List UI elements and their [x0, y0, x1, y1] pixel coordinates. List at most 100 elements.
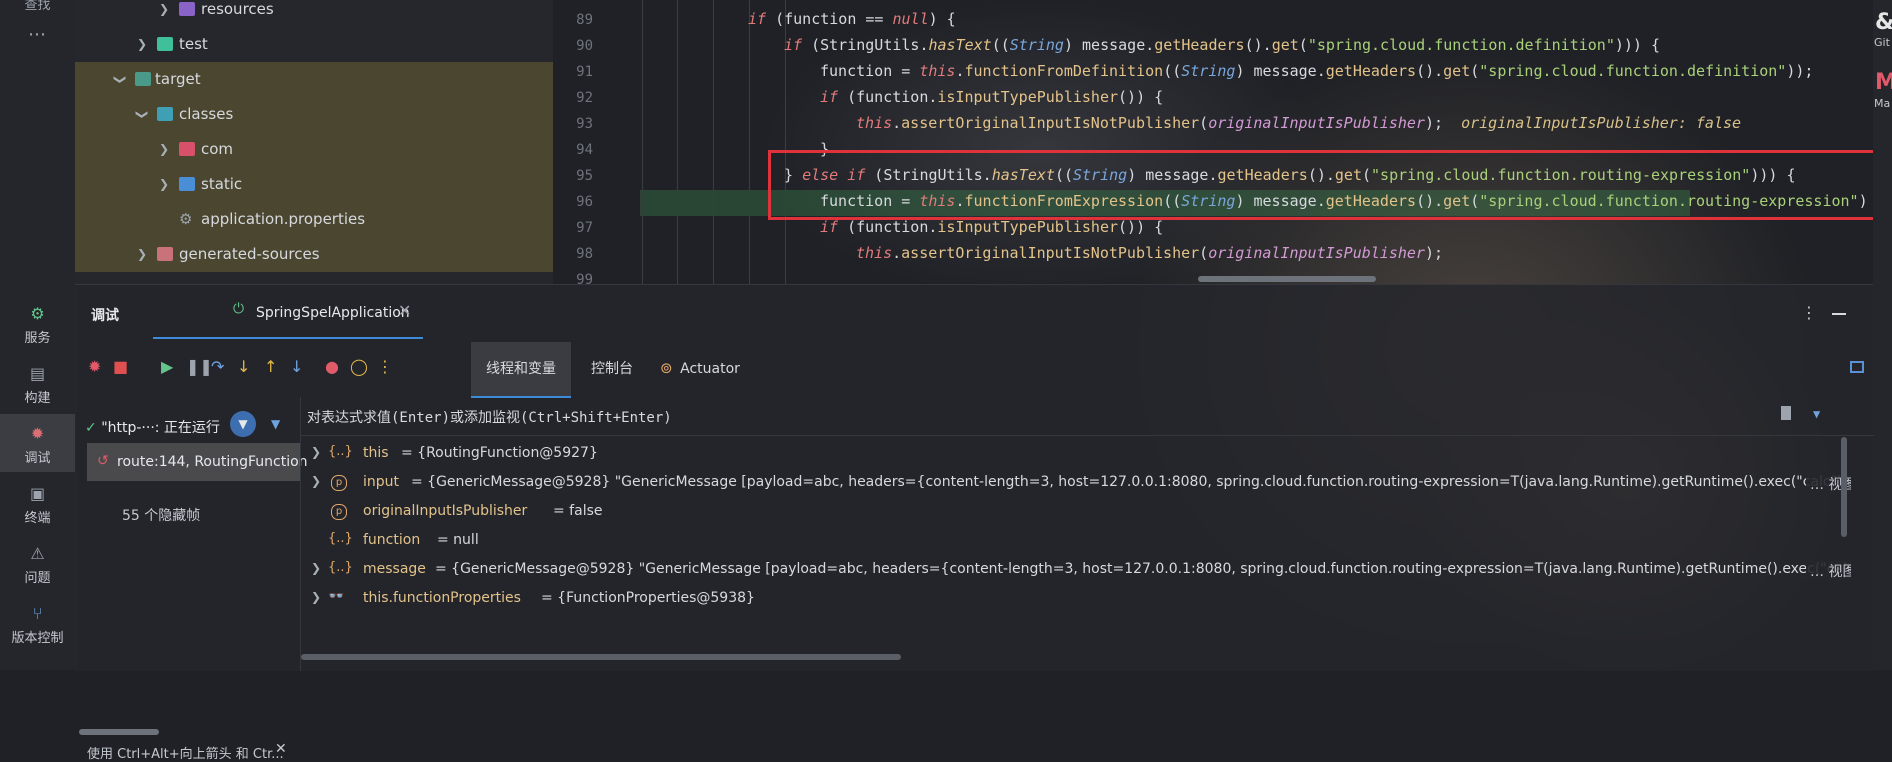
- chevron-right-icon[interactable]: ❯: [311, 474, 321, 488]
- view-link[interactable]: … 视图: [1806, 561, 1851, 581]
- variables-vertical-scrollbar[interactable]: [1841, 437, 1847, 537]
- tree-node-static[interactable]: ❯ static: [75, 167, 553, 202]
- maven-label[interactable]: Ma: [1874, 97, 1890, 110]
- code-line-92: if (function.isInputTypePublisher()) {: [820, 88, 1164, 106]
- activity-label: 服务: [24, 331, 51, 346]
- chevron-down-icon[interactable]: ❯: [103, 74, 138, 84]
- chevron-down-icon[interactable]: ▼: [271, 417, 280, 431]
- more-tools-icon[interactable]: ⋯: [0, 24, 75, 45]
- step-out-icon[interactable]: ↑: [264, 357, 277, 376]
- bookmark-icon[interactable]: [1781, 406, 1791, 420]
- folder-icon: [135, 72, 151, 86]
- line-number: 95: [576, 168, 593, 184]
- code-line-97: if (function.isInputTypePublisher()) {: [820, 218, 1164, 236]
- chevron-right-icon[interactable]: ❯: [159, 132, 169, 167]
- more-toolbar-icon[interactable]: ⋮: [377, 357, 393, 376]
- tree-node-resources[interactable]: ❯ resources: [75, 0, 553, 27]
- variables-horizontal-scrollbar[interactable]: [301, 654, 901, 660]
- activity-problems[interactable]: ⚠ 问题: [0, 544, 75, 586]
- code-line-89: if (function == null) {: [748, 10, 956, 28]
- highlight-annotation-box: [768, 150, 1882, 220]
- activity-top-partial[interactable]: 查找: [0, 0, 75, 13]
- stack-frame-selected[interactable]: ↺ route:144, RoutingFunction: [87, 443, 308, 481]
- actuator-icon: ⊚: [660, 359, 673, 377]
- tree-node-label: test: [179, 35, 208, 53]
- close-icon[interactable]: ✕: [275, 741, 287, 757]
- tree-node-com[interactable]: ❯ com: [75, 132, 553, 167]
- line-number: 94: [576, 142, 593, 158]
- force-step-into-icon[interactable]: ↓: [290, 357, 303, 376]
- editor-horizontal-scrollbar[interactable]: [1198, 276, 1376, 282]
- folder-icon: [157, 37, 173, 51]
- tree-node-label: resources: [201, 0, 274, 18]
- git-icon[interactable]: &: [1875, 10, 1892, 35]
- chevron-right-icon[interactable]: ❯: [159, 167, 169, 202]
- gear-icon: ⚙: [30, 304, 45, 323]
- line-number: 92: [576, 90, 593, 106]
- activity-services[interactable]: ⚙ 服务: [0, 304, 75, 346]
- variable-row[interactable]: ❯ p input = {GenericMessage@5928} "Gener…: [301, 468, 1851, 497]
- activity-debug[interactable]: ✹ 调试: [0, 414, 75, 472]
- chevron-right-icon[interactable]: ❯: [311, 561, 321, 575]
- step-into-icon[interactable]: ↓: [237, 357, 250, 376]
- activity-build[interactable]: ▤ 构建: [0, 364, 75, 406]
- chevron-down-icon[interactable]: ❯: [125, 109, 160, 119]
- resume-icon[interactable]: ▶: [161, 357, 173, 376]
- activity-bar: 查找 ⋯ ⚙ 服务 ▤ 构建 ✹ 调试 ▣ 终端 ⚠ 问题 ⑂ 版本控制: [0, 0, 76, 670]
- maven-icon[interactable]: M: [1875, 70, 1892, 95]
- tree-node-target[interactable]: ❯ target: [75, 62, 553, 97]
- chevron-down-icon[interactable]: ▼: [1813, 407, 1820, 421]
- layout-icon[interactable]: [1850, 361, 1864, 373]
- activity-label: 构建: [24, 391, 51, 406]
- variable-name: this.functionProperties: [363, 590, 521, 606]
- variables-pane: 对表达式求值(Enter)或添加监视(Ctrl+Shift+Enter) ▼ ❯…: [300, 397, 1874, 671]
- close-icon[interactable]: ✕: [398, 301, 411, 320]
- git-label[interactable]: Git: [1874, 36, 1890, 49]
- chevron-right-icon[interactable]: ❯: [137, 237, 147, 272]
- pause-icon[interactable]: ❚❚: [186, 357, 213, 376]
- view-breakpoints-icon[interactable]: ●: [325, 357, 339, 376]
- evaluate-expression-bar[interactable]: 对表达式求值(Enter)或添加监视(Ctrl+Shift+Enter) ▼: [301, 397, 1874, 436]
- hidden-frames-label[interactable]: 55 个隐藏帧: [122, 505, 200, 525]
- variable-row[interactable]: ❯ 👓 this.functionProperties = {FunctionP…: [301, 584, 1851, 613]
- filter-icon[interactable]: ▼: [230, 411, 256, 437]
- variable-row[interactable]: p originalInputIsPublisher = false: [301, 497, 1851, 526]
- frame-reset-icon: ↺: [97, 453, 109, 469]
- more-options-icon[interactable]: ⋮: [1801, 303, 1817, 322]
- chevron-right-icon[interactable]: ❯: [311, 445, 321, 459]
- tree-node-label: static: [201, 175, 243, 193]
- chevron-right-icon[interactable]: ❯: [137, 27, 147, 62]
- minimize-icon[interactable]: [1832, 313, 1846, 315]
- tab-console[interactable]: 控制台: [578, 342, 646, 396]
- code-line-90: if (StringUtils.hasText((String) message…: [784, 36, 1661, 54]
- debug-title: 调试: [91, 308, 119, 324]
- thread-selector[interactable]: ✓ "http-···: 正在运行: [85, 417, 220, 437]
- step-over-icon[interactable]: ↷: [211, 357, 224, 376]
- variable-row[interactable]: ❯ {..} message = {GenericMessage@5928} "…: [301, 555, 1851, 584]
- activity-label: 调试: [24, 451, 51, 466]
- variable-name: message: [363, 561, 426, 577]
- tab-actuator[interactable]: Actuator: [680, 342, 740, 396]
- tree-node-application-properties[interactable]: ⚙ application.properties: [75, 202, 553, 237]
- tree-node-test[interactable]: ❯ test: [75, 27, 553, 62]
- debug-session-tab[interactable]: ⏻ SpringSpelApplication ✕: [153, 285, 423, 339]
- variable-value: = {RoutingFunction@5927}: [401, 445, 598, 461]
- tree-node-generated-sources[interactable]: ❯ generated-sources: [75, 237, 553, 272]
- field-icon: {..}: [328, 531, 353, 546]
- activity-terminal[interactable]: ▣ 终端: [0, 484, 75, 526]
- frames-scrollbar[interactable]: [79, 729, 159, 735]
- activity-vcs[interactable]: ⑂ 版本控制: [0, 604, 75, 646]
- tree-node-label: target: [155, 70, 201, 88]
- stop-icon[interactable]: ■: [113, 357, 128, 376]
- settings-file-icon: ⚙: [179, 210, 193, 228]
- variable-row[interactable]: {..} function = null: [301, 526, 1851, 555]
- tab-threads-variables[interactable]: 线程和变量: [471, 342, 571, 398]
- tree-node-classes[interactable]: ❯ classes: [75, 97, 553, 132]
- chevron-right-icon[interactable]: ❯: [311, 590, 321, 604]
- mute-breakpoints-icon[interactable]: ◯: [350, 357, 368, 376]
- code-editor[interactable]: 89 90 91 92 93 94 95 96 97 98 99 if (fun…: [553, 0, 1892, 284]
- field-icon: {..}: [328, 444, 353, 459]
- variable-row[interactable]: ❯ {..} this = {RoutingFunction@5927}: [301, 439, 1851, 468]
- rerun-debug-icon[interactable]: ✹: [88, 357, 101, 376]
- chevron-right-icon[interactable]: ❯: [159, 0, 169, 27]
